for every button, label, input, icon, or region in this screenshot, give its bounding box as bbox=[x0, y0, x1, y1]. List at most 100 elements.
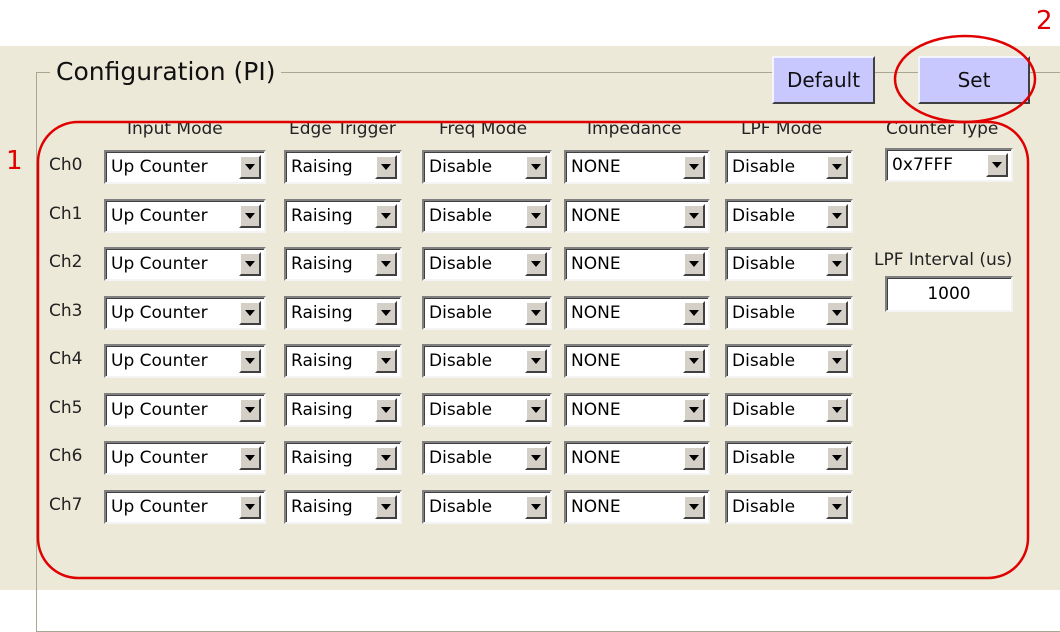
channel-label: Ch1 bbox=[49, 204, 83, 224]
chevron-down-icon[interactable] bbox=[239, 398, 261, 422]
chevron-down-icon[interactable] bbox=[525, 301, 547, 325]
chevron-down-icon[interactable] bbox=[826, 398, 848, 422]
input-mode-select[interactable]: Up Counter bbox=[104, 393, 266, 427]
chevron-down-icon[interactable] bbox=[683, 252, 705, 276]
set-button[interactable]: Set bbox=[918, 56, 1030, 104]
chevron-down-icon[interactable] bbox=[239, 349, 261, 373]
chevron-down-icon[interactable] bbox=[683, 495, 705, 519]
default-button[interactable]: Default bbox=[772, 56, 875, 104]
input-mode-select[interactable]: Up Counter bbox=[104, 247, 266, 281]
chevron-down-icon[interactable] bbox=[683, 349, 705, 373]
channel-label: Ch5 bbox=[49, 398, 83, 418]
edge-trigger-select[interactable]: Raising bbox=[284, 296, 402, 330]
chevron-down-icon[interactable] bbox=[525, 495, 547, 519]
chevron-down-icon[interactable] bbox=[239, 252, 261, 276]
edge-trigger-select[interactable]: Raising bbox=[284, 441, 402, 475]
lpf-mode-select[interactable]: Disable bbox=[725, 150, 853, 184]
lpf-mode-select[interactable]: Disable bbox=[725, 344, 853, 378]
chevron-down-icon[interactable] bbox=[826, 204, 848, 228]
impedance-select[interactable]: NONE bbox=[564, 296, 710, 330]
freq-mode-select[interactable]: Disable bbox=[422, 344, 552, 378]
input-mode-select[interactable]: Up Counter bbox=[104, 441, 266, 475]
edge-trigger-select[interactable]: Raising bbox=[284, 344, 402, 378]
impedance-value: NONE bbox=[571, 448, 621, 468]
chevron-down-icon[interactable] bbox=[239, 495, 261, 519]
channel-label: Ch7 bbox=[49, 495, 83, 515]
edge-trigger-select[interactable]: Raising bbox=[284, 393, 402, 427]
impedance-select[interactable]: NONE bbox=[564, 344, 710, 378]
chevron-down-icon[interactable] bbox=[239, 301, 261, 325]
chevron-down-icon[interactable] bbox=[375, 252, 397, 276]
chevron-down-icon[interactable] bbox=[375, 301, 397, 325]
chevron-down-icon[interactable] bbox=[826, 155, 848, 179]
lpf-mode-select[interactable]: Disable bbox=[725, 296, 853, 330]
chevron-down-icon[interactable] bbox=[826, 301, 848, 325]
chevron-down-icon[interactable] bbox=[826, 446, 848, 470]
impedance-select[interactable]: NONE bbox=[564, 199, 710, 233]
group-title: Configuration (PI) bbox=[50, 54, 282, 90]
lpf-mode-select[interactable]: Disable bbox=[725, 490, 853, 524]
freq-mode-select[interactable]: Disable bbox=[422, 199, 552, 233]
freq-mode-select[interactable]: Disable bbox=[422, 247, 552, 281]
edge-trigger-select[interactable]: Raising bbox=[284, 199, 402, 233]
impedance-select[interactable]: NONE bbox=[564, 490, 710, 524]
lpf-mode-select[interactable]: Disable bbox=[725, 441, 853, 475]
impedance-select[interactable]: NONE bbox=[564, 393, 710, 427]
input-mode-value: Up Counter bbox=[111, 157, 208, 177]
freq-mode-select[interactable]: Disable bbox=[422, 296, 552, 330]
lpf-mode-value: Disable bbox=[732, 206, 796, 226]
chevron-down-icon[interactable] bbox=[375, 495, 397, 519]
input-mode-value: Up Counter bbox=[111, 400, 208, 420]
chevron-down-icon[interactable] bbox=[826, 349, 848, 373]
lpf-mode-select[interactable]: Disable bbox=[725, 199, 853, 233]
chevron-down-icon[interactable] bbox=[239, 446, 261, 470]
chevron-down-icon[interactable] bbox=[525, 155, 547, 179]
impedance-value: NONE bbox=[571, 400, 621, 420]
chevron-down-icon[interactable] bbox=[239, 155, 261, 179]
impedance-select[interactable]: NONE bbox=[564, 150, 710, 184]
chevron-down-icon[interactable] bbox=[986, 153, 1008, 177]
edge-trigger-value: Raising bbox=[291, 303, 353, 323]
freq-mode-select[interactable]: Disable bbox=[422, 490, 552, 524]
lpf-mode-select[interactable]: Disable bbox=[725, 393, 853, 427]
chevron-down-icon[interactable] bbox=[375, 398, 397, 422]
chevron-down-icon[interactable] bbox=[525, 349, 547, 373]
chevron-down-icon[interactable] bbox=[683, 301, 705, 325]
channel-label: Ch0 bbox=[49, 155, 83, 175]
column-header-input-mode: Input Mode bbox=[127, 119, 223, 139]
input-mode-select[interactable]: Up Counter bbox=[104, 199, 266, 233]
chevron-down-icon[interactable] bbox=[375, 446, 397, 470]
chevron-down-icon[interactable] bbox=[826, 495, 848, 519]
impedance-select[interactable]: NONE bbox=[564, 441, 710, 475]
edge-trigger-select[interactable]: Raising bbox=[284, 247, 402, 281]
chevron-down-icon[interactable] bbox=[826, 252, 848, 276]
chevron-down-icon[interactable] bbox=[525, 204, 547, 228]
input-mode-select[interactable]: Up Counter bbox=[104, 490, 266, 524]
column-header-freq-mode: Freq Mode bbox=[439, 119, 528, 139]
chevron-down-icon[interactable] bbox=[525, 252, 547, 276]
input-mode-select[interactable]: Up Counter bbox=[104, 344, 266, 378]
freq-mode-select[interactable]: Disable bbox=[422, 441, 552, 475]
edge-trigger-select[interactable]: Raising bbox=[284, 150, 402, 184]
edge-trigger-select[interactable]: Raising bbox=[284, 490, 402, 524]
chevron-down-icon[interactable] bbox=[375, 349, 397, 373]
input-mode-select[interactable]: Up Counter bbox=[104, 150, 266, 184]
chevron-down-icon[interactable] bbox=[239, 204, 261, 228]
chevron-down-icon[interactable] bbox=[683, 204, 705, 228]
chevron-down-icon[interactable] bbox=[683, 398, 705, 422]
lpf-mode-select[interactable]: Disable bbox=[725, 247, 853, 281]
input-mode-select[interactable]: Up Counter bbox=[104, 296, 266, 330]
counter-type-select[interactable]: 0x7FFF bbox=[885, 148, 1013, 182]
freq-mode-select[interactable]: Disable bbox=[422, 393, 552, 427]
edge-trigger-value: Raising bbox=[291, 497, 353, 517]
freq-mode-select[interactable]: Disable bbox=[422, 150, 552, 184]
column-header-counter-type: Counter Type bbox=[886, 119, 999, 139]
chevron-down-icon[interactable] bbox=[525, 398, 547, 422]
chevron-down-icon[interactable] bbox=[375, 155, 397, 179]
impedance-select[interactable]: NONE bbox=[564, 247, 710, 281]
chevron-down-icon[interactable] bbox=[683, 155, 705, 179]
chevron-down-icon[interactable] bbox=[375, 204, 397, 228]
chevron-down-icon[interactable] bbox=[525, 446, 547, 470]
lpf-interval-input[interactable] bbox=[885, 276, 1013, 312]
chevron-down-icon[interactable] bbox=[683, 446, 705, 470]
